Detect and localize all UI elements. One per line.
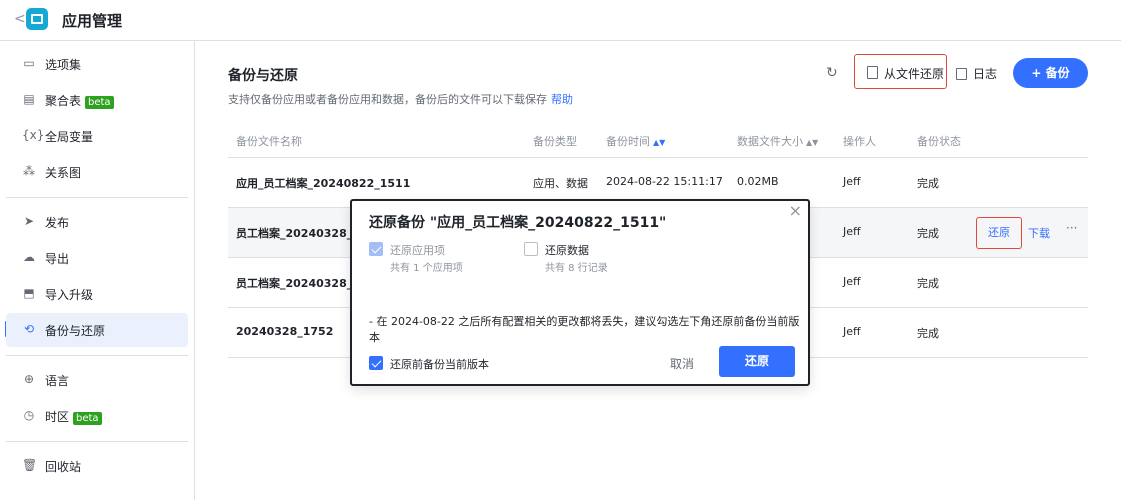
backup-status: 完成 xyxy=(917,227,939,240)
send-icon: ➤ xyxy=(23,214,35,228)
restore-data-label: 还原数据 xyxy=(545,244,589,257)
import-icon: ⬒ xyxy=(23,286,35,300)
globe-icon: ⊕ xyxy=(23,372,35,386)
restore-from-file-button[interactable]: 从文件还原 xyxy=(854,54,947,89)
sidebar-item-global-variables[interactable]: {x} 全局变量 xyxy=(6,119,188,153)
aggregate-table-icon: ▤ xyxy=(23,92,35,106)
sidebar-item-label: 导出 xyxy=(45,252,70,266)
restore-backup-dialog: × 还原备份 "应用_员工档案_20240822_1511" 还原应用项 共有 … xyxy=(350,199,810,386)
backup-size: 0.02MB xyxy=(737,175,779,188)
column-header-size[interactable]: 数据文件大小 ▲▼ xyxy=(737,127,818,157)
backup-operator: Jeff xyxy=(843,225,861,238)
backup-name: 应用_员工档案_20240822_1511 xyxy=(236,177,411,190)
sidebar-divider xyxy=(6,441,188,442)
sidebar-item-publish[interactable]: ➤ 发布 xyxy=(6,205,188,239)
sidebar-item-label: 回收站 xyxy=(45,460,82,474)
sidebar-item-timezone[interactable]: ◷ 时区 beta xyxy=(6,399,188,433)
backup-status: 完成 xyxy=(917,327,939,340)
backup-before-restore-checkbox[interactable] xyxy=(369,356,383,370)
sidebar-divider xyxy=(6,355,188,356)
relation-graph-icon: ⁂ xyxy=(23,164,35,178)
sidebar-item-label: 全局变量 xyxy=(45,130,94,144)
sidebar-item-relation-graph[interactable]: ⁂ 关系图 xyxy=(6,155,188,189)
cloud-upload-icon: ☁ xyxy=(23,250,35,264)
back-chevron-icon[interactable]: < xyxy=(14,11,26,27)
sidebar-item-label: 关系图 xyxy=(45,166,82,180)
sidebar-item-label: 语言 xyxy=(45,374,70,388)
clock-icon: ◷ xyxy=(23,408,35,422)
confirm-restore-button[interactable]: 还原 xyxy=(719,346,795,377)
help-link[interactable]: 帮助 xyxy=(551,93,573,106)
subtitle-text: 支持仅备份应用或者备份应用和数据，备份后的文件可以下载保存 xyxy=(228,93,547,106)
beta-badge: beta xyxy=(73,412,102,425)
backup-name: 20240328_1752 xyxy=(236,325,334,338)
refresh-icon[interactable]: ↻ xyxy=(826,65,838,81)
backup-before-restore-label: 还原前备份当前版本 xyxy=(390,358,489,371)
more-icon[interactable]: ··· xyxy=(1066,221,1077,235)
sidebar-item-export[interactable]: ☁ 导出 xyxy=(6,241,188,275)
restore-app-items-count: 共有 1 个应用项 xyxy=(390,263,463,274)
sidebar-item-label: 备份与还原 xyxy=(45,324,106,338)
column-header-label: 数据文件大小 xyxy=(737,135,803,148)
cancel-button[interactable]: 取消 xyxy=(670,355,694,372)
sidebar-item-label: 聚合表 xyxy=(45,94,82,108)
column-header-status: 备份状态 xyxy=(917,135,961,148)
column-header-time[interactable]: 备份时间 ▲▼ xyxy=(606,127,665,157)
row-download-button[interactable]: 下载 xyxy=(1028,225,1050,241)
sidebar-item-label: 选项集 xyxy=(45,58,82,72)
column-header-type: 备份类型 xyxy=(533,135,577,148)
backup-button[interactable]: + 备份 xyxy=(1013,58,1088,88)
restore-app-items-label: 还原应用项 xyxy=(390,244,445,257)
sidebar: ▭ 选项集 ▤ 聚合表 beta {x} 全局变量 ⁂ 关系图 ➤ 发布 ☁ 导出… xyxy=(0,41,195,500)
column-header-name: 备份文件名称 xyxy=(236,135,302,148)
file-restore-icon xyxy=(867,66,878,79)
option-set-icon: ▭ xyxy=(23,56,35,70)
backup-time: 2024-08-22 15:11:17 xyxy=(606,175,723,188)
warning-text: - 在 2024-08-22 之后所有配置相关的更改都将丢失，建议勾选左下角还原… xyxy=(369,315,800,344)
backup-operator: Jeff xyxy=(843,275,861,288)
log-icon xyxy=(956,68,967,80)
sort-icon[interactable]: ▲▼ xyxy=(806,138,818,147)
backup-operator: Jeff xyxy=(843,175,861,188)
backup-icon: ⟲ xyxy=(23,322,35,336)
dialog-title: 还原备份 "应用_员工档案_20240822_1511" xyxy=(369,215,667,231)
row-restore-button[interactable]: 还原 xyxy=(976,217,1022,249)
sidebar-item-language[interactable]: ⊕ 语言 xyxy=(6,363,188,397)
column-header-label: 备份时间 xyxy=(606,135,650,148)
sidebar-divider xyxy=(6,197,188,198)
sidebar-item-label: 导入升级 xyxy=(45,288,94,302)
app-table-icon xyxy=(26,8,48,30)
sidebar-item-import-upgrade[interactable]: ⬒ 导入升级 xyxy=(6,277,188,311)
beta-badge: beta xyxy=(85,96,114,109)
restore-app-items-checkbox[interactable] xyxy=(369,242,383,256)
sidebar-item-aggregate-table[interactable]: ▤ 聚合表 beta xyxy=(6,83,188,117)
restore-from-file-label: 从文件还原 xyxy=(884,67,945,81)
sidebar-item-label: 发布 xyxy=(45,216,70,230)
sidebar-item-option-set[interactable]: ▭ 选项集 xyxy=(6,47,188,81)
backup-type: 应用、数据 xyxy=(533,177,588,190)
backup-status: 完成 xyxy=(917,277,939,290)
close-icon[interactable]: × xyxy=(789,201,802,220)
backup-operator: Jeff xyxy=(843,325,861,338)
sidebar-item-label: 时区 xyxy=(45,410,70,424)
backup-status: 完成 xyxy=(917,177,939,190)
page-title: 备份与还原 xyxy=(228,68,298,84)
page-subtitle: 支持仅备份应用或者备份应用和数据，备份后的文件可以下载保存 帮助 xyxy=(228,91,573,107)
restore-data-count: 共有 8 行记录 xyxy=(545,263,608,274)
restore-data-checkbox[interactable] xyxy=(524,242,538,256)
sort-icon[interactable]: ▲▼ xyxy=(653,138,665,147)
sidebar-item-backup-restore[interactable]: ⟲ 备份与还原 xyxy=(6,313,188,347)
app-header: < 应用管理 xyxy=(0,0,1121,41)
column-header-operator: 操作人 xyxy=(843,135,876,148)
variable-icon: {x} xyxy=(22,128,45,142)
log-label: 日志 xyxy=(973,67,998,81)
trash-icon: 🗑 xyxy=(22,458,38,472)
sidebar-item-recycle-bin[interactable]: 🗑 回收站 xyxy=(6,449,188,483)
app-title: 应用管理 xyxy=(62,12,123,30)
log-button[interactable]: 日志 xyxy=(956,65,997,82)
